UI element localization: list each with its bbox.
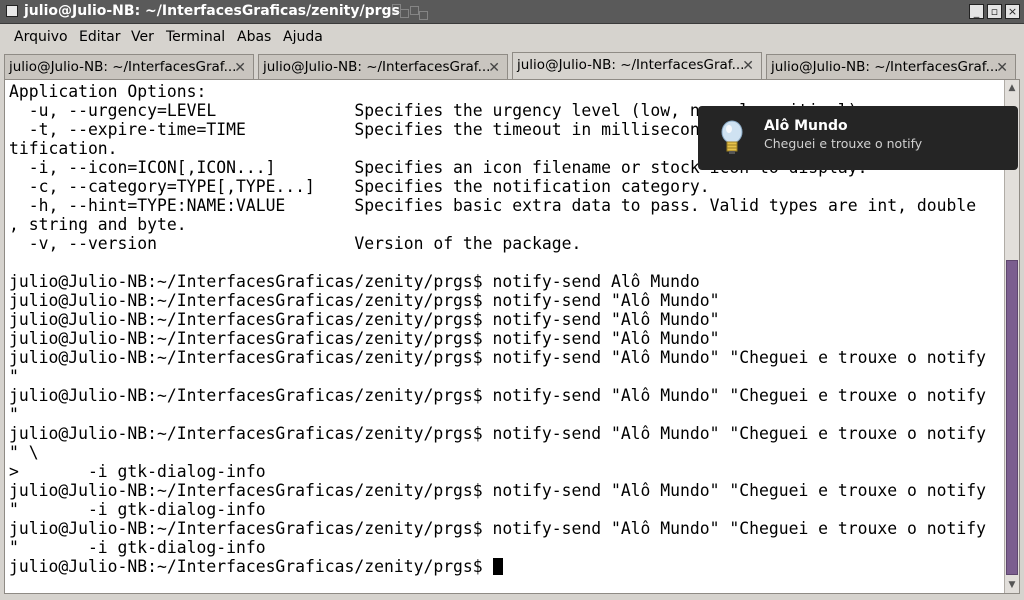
terminal-line: julio@Julio-NB:~/InterfacesGraficas/zeni…: [9, 481, 986, 500]
tab-1[interactable]: julio@Julio-NB: ~/InterfacesGraf... ✕: [4, 54, 254, 79]
notification-title: Alô Mundo: [764, 118, 848, 134]
tab-label: julio@Julio-NB: ~/InterfacesGraf...: [517, 57, 745, 73]
window-titlebar[interactable]: julio@Julio-NB: ~/InterfacesGraficas/zen…: [0, 0, 1024, 24]
notification-popup[interactable]: Alô Mundo Cheguei e trouxe o notify: [698, 106, 1018, 170]
terminal-line: julio@Julio-NB:~/InterfacesGraficas/zeni…: [9, 424, 986, 443]
maximize-icon[interactable]: ▫: [987, 4, 1002, 19]
tab-label: julio@Julio-NB: ~/InterfacesGraf...: [9, 59, 237, 75]
terminal-line: " -i gtk-dialog-info: [9, 538, 266, 557]
terminal-line: > -i gtk-dialog-info: [9, 462, 266, 481]
tab-label: julio@Julio-NB: ~/InterfacesGraf...: [771, 59, 999, 75]
window-title: julio@Julio-NB: ~/InterfacesGraficas/zen…: [24, 3, 400, 19]
terminal-line: -c, --category=TYPE[,TYPE...] Specifies …: [9, 177, 710, 196]
close-icon[interactable]: ×: [1005, 4, 1020, 19]
window-controls: _ ▫ ×: [969, 4, 1020, 19]
menu-arquivo[interactable]: Arquivo: [14, 29, 68, 45]
terminal-line: julio@Julio-NB:~/InterfacesGraficas/zeni…: [9, 291, 720, 310]
terminal-line: tification.: [9, 139, 118, 158]
minimize-icon[interactable]: _: [969, 4, 984, 19]
tab-close-icon[interactable]: ✕: [488, 60, 500, 76]
menu-ajuda[interactable]: Ajuda: [283, 29, 323, 45]
titlebar-decoration: [392, 4, 432, 22]
tab-close-icon[interactable]: ✕: [996, 60, 1008, 76]
scroll-down-icon[interactable]: ▼: [1006, 579, 1018, 591]
tab-close-icon[interactable]: ✕: [234, 60, 246, 76]
terminal-line: " \: [9, 443, 39, 462]
terminal-line: ": [9, 405, 19, 424]
terminal-line: julio@Julio-NB:~/InterfacesGraficas/zeni…: [9, 386, 986, 405]
menu-abas[interactable]: Abas: [237, 29, 271, 45]
terminal-line: -v, --version Version of the package.: [9, 234, 582, 253]
scroll-up-icon[interactable]: ▲: [1006, 82, 1018, 94]
terminal-line: julio@Julio-NB:~/InterfacesGraficas/zeni…: [9, 519, 986, 538]
tab-bar: julio@Julio-NB: ~/InterfacesGraf... ✕ ju…: [4, 52, 1020, 79]
menubar: Arquivo Editar Ver Terminal Abas Ajuda: [0, 24, 1024, 50]
tab-4[interactable]: julio@Julio-NB: ~/InterfacesGraf... ✕: [766, 54, 1016, 79]
terminal-line: julio@Julio-NB:~/InterfacesGraficas/zeni…: [9, 348, 986, 367]
tab-label: julio@Julio-NB: ~/InterfacesGraf...: [263, 59, 491, 75]
terminal-line: " -i gtk-dialog-info: [9, 500, 266, 519]
terminal-line: , string and byte.: [9, 215, 187, 234]
tab-3-active[interactable]: julio@Julio-NB: ~/InterfacesGraf... ✕: [512, 52, 762, 79]
notification-body: Cheguei e trouxe o notify: [764, 136, 923, 151]
scrollbar-thumb[interactable]: [1006, 260, 1018, 575]
menu-ver[interactable]: Ver: [131, 29, 154, 45]
tab-close-icon[interactable]: ✕: [742, 58, 754, 74]
terminal-line: julio@Julio-NB:~/InterfacesGraficas/zeni…: [9, 329, 720, 348]
tab-2[interactable]: julio@Julio-NB: ~/InterfacesGraf... ✕: [258, 54, 508, 79]
menu-editar[interactable]: Editar: [79, 29, 120, 45]
window-menu-icon[interactable]: [6, 5, 18, 17]
terminal-line: ": [9, 367, 19, 386]
menu-terminal[interactable]: Terminal: [166, 29, 225, 45]
terminal-line: Application Options:: [9, 82, 207, 101]
terminal-line: -h, --hint=TYPE:NAME:VALUE Specifies bas…: [9, 196, 977, 215]
terminal-line: julio@Julio-NB:~/InterfacesGraficas/zeni…: [9, 272, 700, 291]
terminal-prompt: julio@Julio-NB:~/InterfacesGraficas/zeni…: [9, 557, 493, 576]
terminal-line: julio@Julio-NB:~/InterfacesGraficas/zeni…: [9, 310, 720, 329]
terminal-cursor: [492, 558, 503, 575]
lightbulb-icon: [721, 120, 743, 154]
